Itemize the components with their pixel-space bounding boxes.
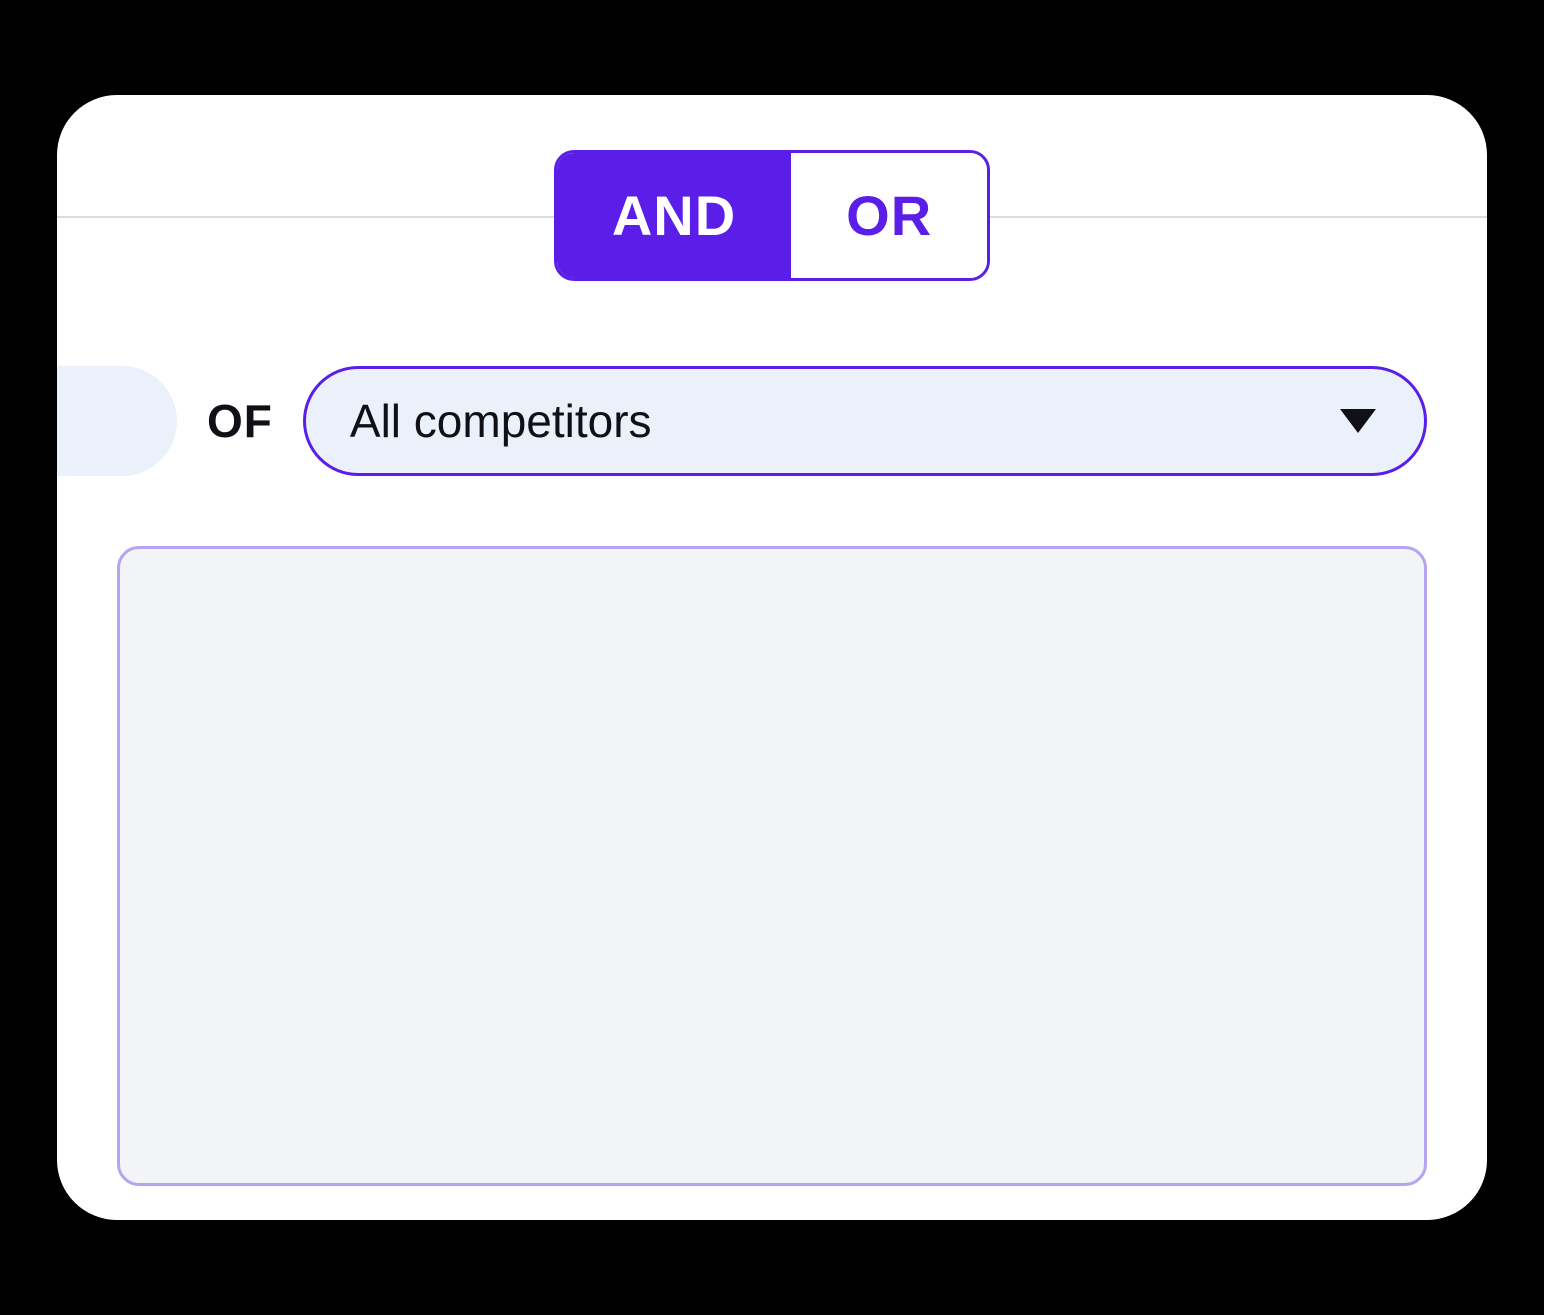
of-pill-decor <box>57 366 177 476</box>
logic-toggle-row: AND OR <box>57 150 1487 281</box>
filter-card: AND OR OF All competitors <box>57 95 1487 1220</box>
chevron-down-icon <box>1340 409 1376 433</box>
filter-row: OF All competitors <box>57 366 1487 476</box>
toggle-or[interactable]: OR <box>791 153 987 278</box>
dropdown-value: All competitors <box>350 394 652 448</box>
of-label: OF <box>207 394 273 448</box>
competitors-dropdown[interactable]: All competitors <box>303 366 1427 476</box>
content-panel <box>117 546 1427 1186</box>
logic-toggle: AND OR <box>554 150 990 281</box>
toggle-and[interactable]: AND <box>557 153 791 278</box>
